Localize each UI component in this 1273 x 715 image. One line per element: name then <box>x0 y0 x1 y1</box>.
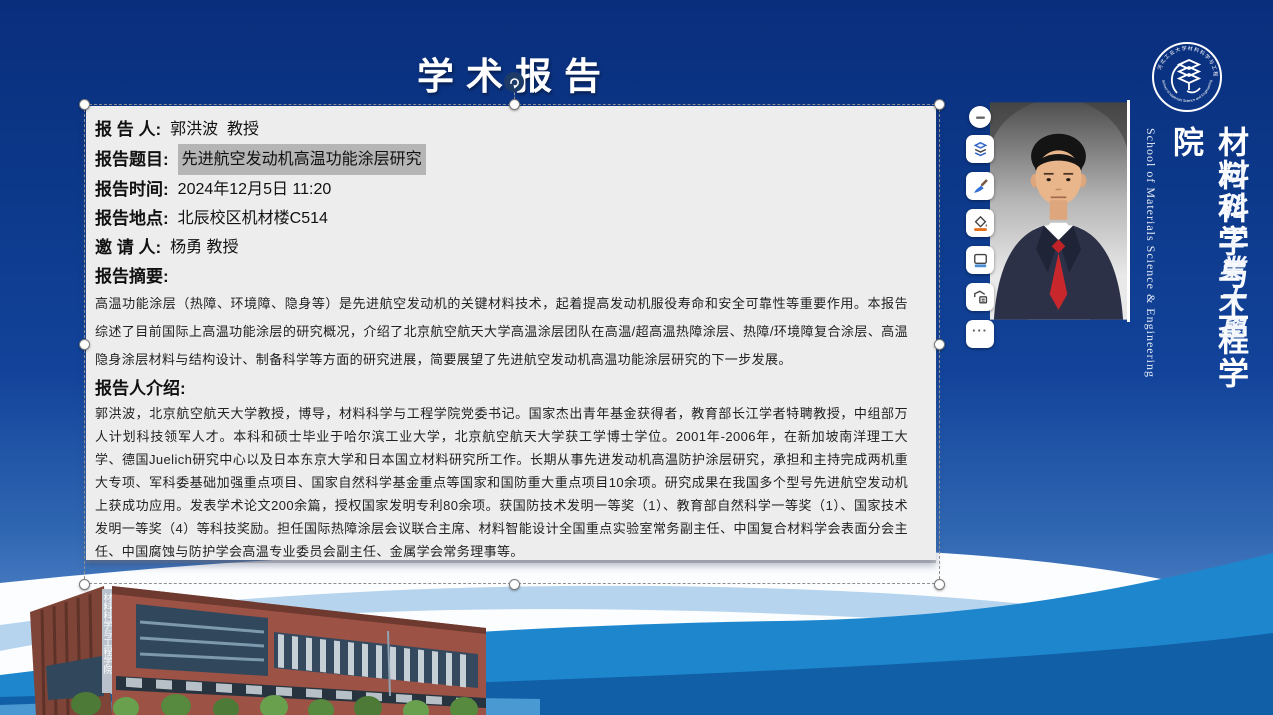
handle-bottom-center[interactable] <box>509 579 520 590</box>
floating-object-toolbar: ··· <box>965 106 995 357</box>
speaker-value: 郭洪波 教授 <box>170 115 259 144</box>
info-row-location: 报告地点: 北辰校区机材楼C514 <box>95 204 908 233</box>
speaker-photo[interactable] <box>990 100 1130 322</box>
animation-button[interactable] <box>966 283 994 311</box>
handle-top-left[interactable] <box>79 99 90 110</box>
rotate-icon <box>508 76 521 89</box>
minus-circle-icon <box>973 110 988 125</box>
format-brush-button[interactable] <box>966 172 994 200</box>
logo-ring-top-text: 河北工业大学材料科学与工程学院 <box>1150 40 1219 78</box>
info-row-speaker: 报 告 人: 郭洪波 教授 <box>95 115 908 144</box>
callout-icon <box>972 289 989 306</box>
school-name-en-vertical: School of Materials Science & Engineerin… <box>1143 128 1158 438</box>
handle-middle-left[interactable] <box>79 339 90 350</box>
location-value: 北辰校区机材楼C514 <box>178 204 328 233</box>
university-name-calligraphy: 河北工業大學 <box>1211 162 1248 362</box>
brush-icon <box>972 178 989 195</box>
time-value: 2024年12月5日 11:20 <box>178 175 332 204</box>
talk-title-label: 报告题目: <box>95 145 169 174</box>
school-logo: 河北工业大学材料科学与工程学院 School of Materials Scie… <box>1150 40 1224 114</box>
abstract-text: 高温功能涂层（热障、环境障、隐身等）是先进航空发动机的关键材料技术，起着提高发动… <box>95 290 908 374</box>
handle-top-right[interactable] <box>934 99 945 110</box>
handle-bottom-right[interactable] <box>934 579 945 590</box>
handle-middle-right[interactable] <box>934 339 945 350</box>
building-sign-text: 材料科学与工程学院 <box>103 592 113 675</box>
paint-bucket-icon <box>972 215 989 232</box>
logo-emblem <box>1172 60 1200 93</box>
rotation-handle[interactable] <box>504 72 524 92</box>
content-textbox[interactable]: 报 告 人: 郭洪波 教授 报告题目: 先进航空发动机高温功能涂层研究 报告时间… <box>86 106 936 560</box>
location-label: 报告地点: <box>95 204 169 233</box>
svg-text:河北工业大学材料科学与工程学院: 河北工业大学材料科学与工程学院 <box>1150 40 1219 78</box>
speaker-label: 报 告 人: <box>95 115 161 144</box>
abstract-header: 报告摘要: <box>95 264 908 290</box>
handle-bottom-left[interactable] <box>79 579 90 590</box>
time-label: 报告时间: <box>95 175 169 204</box>
collapse-toolbar-button[interactable] <box>969 106 991 128</box>
campus-building-image[interactable]: 材料科学与工程学院 <box>16 576 502 715</box>
inviter-value: 杨勇 教授 <box>170 233 238 262</box>
fill-color-button[interactable] <box>966 209 994 237</box>
handle-top-center[interactable] <box>509 99 520 110</box>
info-row-title: 报告题目: 先进航空发动机高温功能涂层研究 <box>95 144 908 175</box>
frame-icon <box>972 252 989 269</box>
inviter-label: 邀 请 人: <box>95 233 161 262</box>
bio-text: 郭洪波，北京航空航天大学教授，博导，材料科学与工程学院党委书记。国家杰出青年基金… <box>95 402 908 560</box>
info-row-inviter: 邀 请 人: 杨勇 教授 <box>95 233 908 262</box>
more-options-button[interactable]: ··· <box>966 320 994 348</box>
talk-title-value-highlighted[interactable]: 先进航空发动机高温功能涂层研究 <box>178 144 426 175</box>
arrange-layers-button[interactable] <box>966 135 994 163</box>
presentation-slide: 学术报告 材料科学与工程学院 <box>0 0 1273 715</box>
bio-header: 报告人介绍: <box>95 376 908 402</box>
layers-icon <box>972 141 989 158</box>
info-row-time: 报告时间: 2024年12月5日 11:20 <box>95 175 908 204</box>
frame-style-button[interactable] <box>966 246 994 274</box>
